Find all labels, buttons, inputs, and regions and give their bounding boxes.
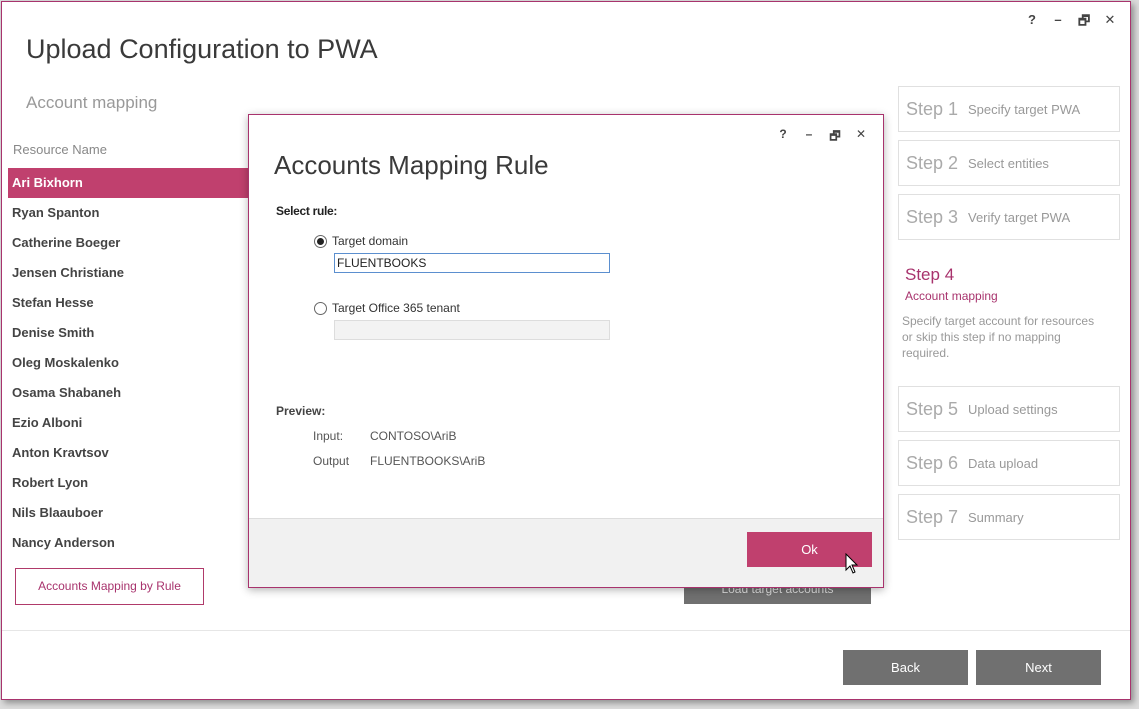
- resource-item[interactable]: Osama Shabaneh: [8, 378, 258, 408]
- footer-divider: [2, 630, 1130, 631]
- step-3[interactable]: Step 3 Verify target PWA: [898, 194, 1120, 240]
- target-domain-option[interactable]: Target domain: [314, 234, 408, 248]
- resource-item[interactable]: Ryan Spanton: [8, 198, 258, 228]
- step-number: Step 2: [906, 152, 959, 173]
- help-icon[interactable]: ?: [1026, 12, 1038, 34]
- back-button[interactable]: Back: [843, 650, 968, 685]
- resource-item[interactable]: Catherine Boeger: [8, 228, 258, 258]
- accounts-mapping-by-rule-button[interactable]: Accounts Mapping by Rule: [15, 568, 204, 605]
- step-4-active: Step 4 Account mapping Specify target ac…: [902, 265, 1105, 361]
- mouse-cursor-icon: [845, 553, 859, 574]
- step-description: Specify target account for resources or …: [902, 314, 1095, 360]
- window-controls: ? – 🗗 ✕: [1026, 12, 1116, 34]
- step-label: Specify target PWA: [968, 101, 1081, 117]
- step-label: Verify target PWA: [968, 209, 1071, 225]
- preview-input-key: Input:: [313, 429, 344, 443]
- resource-item[interactable]: Ezio Alboni: [8, 408, 258, 438]
- preview-output-key: Output: [313, 454, 350, 468]
- resource-item[interactable]: Stefan Hesse: [8, 288, 258, 318]
- preview-input-value: CONTOSO\AriB: [370, 429, 457, 443]
- next-button[interactable]: Next: [976, 650, 1101, 685]
- step-number: Step 5: [906, 398, 959, 419]
- step-number: Step 7: [906, 506, 959, 527]
- resource-item[interactable]: Nils Blaauboer: [8, 498, 258, 528]
- target-domain-input[interactable]: [334, 253, 610, 273]
- step-6[interactable]: Step 6 Data upload: [898, 440, 1120, 486]
- step-number: Step 1: [906, 98, 959, 119]
- select-rule-label: Select rule:: [276, 204, 338, 218]
- preview-output-value: FLUENTBOOKS\AriB: [370, 454, 486, 468]
- page-title: Upload Configuration to PWA: [26, 34, 378, 64]
- minimize-icon[interactable]: –: [1052, 12, 1064, 34]
- step-2[interactable]: Step 2 Select entities: [898, 140, 1120, 186]
- minimize-icon[interactable]: –: [803, 127, 815, 148]
- step-1[interactable]: Step 1 Specify target PWA: [898, 86, 1120, 132]
- dialog-title: Accounts Mapping Rule: [274, 150, 549, 180]
- step-label: Upload settings: [968, 401, 1058, 417]
- target-tenant-radio[interactable]: [314, 301, 327, 315]
- step-7[interactable]: Step 7 Summary: [898, 494, 1120, 540]
- resource-item[interactable]: Denise Smith: [8, 318, 258, 348]
- main-window: ? – 🗗 ✕ Upload Configuration to PWA Acco…: [1, 1, 1131, 700]
- resource-item[interactable]: Ari Bixhorn: [8, 168, 258, 198]
- preview-label: Preview:: [276, 404, 326, 418]
- resource-column-header: Resource Name: [13, 142, 107, 157]
- close-icon[interactable]: ✕: [855, 127, 867, 148]
- target-domain-label: Target domain: [332, 234, 409, 248]
- resource-item[interactable]: Jensen Christiane: [8, 258, 258, 288]
- dialog-controls: ? – 🗗 ✕: [777, 127, 867, 148]
- step-label: Data upload: [968, 455, 1039, 471]
- step-number: Step 4: [905, 265, 955, 284]
- close-icon[interactable]: ✕: [1104, 12, 1116, 34]
- resource-item[interactable]: Robert Lyon: [8, 468, 258, 498]
- step-5[interactable]: Step 5 Upload settings: [898, 386, 1120, 432]
- help-icon[interactable]: ?: [777, 127, 789, 148]
- step-number: Step 3: [906, 206, 959, 227]
- step-label: Summary: [968, 509, 1024, 525]
- target-domain-radio[interactable]: [314, 234, 327, 248]
- restore-icon[interactable]: 🗗: [1078, 12, 1090, 34]
- resource-item[interactable]: Anton Kravtsov: [8, 438, 258, 468]
- target-tenant-option[interactable]: Target Office 365 tenant: [314, 301, 460, 315]
- resource-list: Ari Bixhorn Ryan Spanton Catherine Boege…: [8, 168, 258, 558]
- page-subtitle: Account mapping: [26, 93, 158, 112]
- accounts-mapping-rule-dialog: ? – 🗗 ✕ Accounts Mapping Rule Select rul…: [248, 114, 884, 588]
- resource-item[interactable]: Nancy Anderson: [8, 528, 258, 558]
- resource-item[interactable]: Oleg Moskalenko: [8, 348, 258, 378]
- target-tenant-input[interactable]: [334, 320, 610, 340]
- target-tenant-label: Target Office 365 tenant: [332, 301, 460, 315]
- step-label: Select entities: [968, 155, 1049, 171]
- step-number: Step 6: [906, 452, 959, 473]
- restore-icon[interactable]: 🗗: [829, 127, 841, 148]
- step-label: Account mapping: [905, 289, 998, 303]
- dialog-footer: Ok: [249, 518, 883, 587]
